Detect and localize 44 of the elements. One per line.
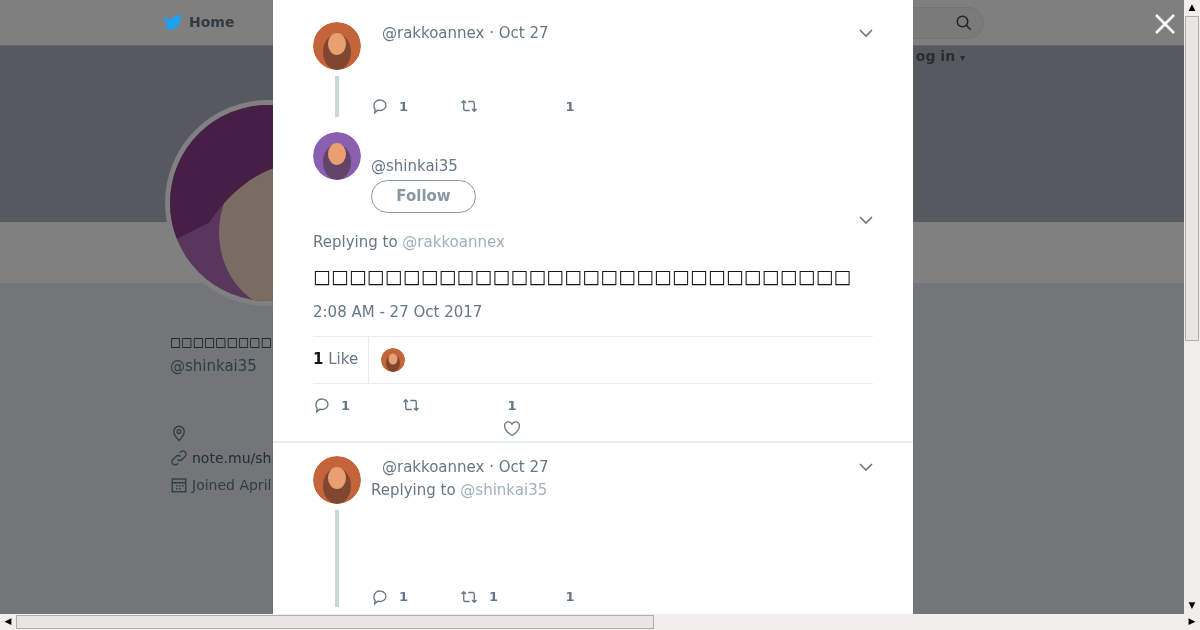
home-tab[interactable]: Home: [163, 12, 235, 33]
scrollbar-thumb[interactable]: [16, 615, 654, 629]
reply-icon[interactable]: [371, 97, 389, 116]
like-stats[interactable]: 1 Like: [313, 336, 370, 383]
location-pin-icon: [170, 423, 188, 442]
close-icon: [1154, 13, 1176, 35]
bird-icon: [163, 13, 183, 32]
like-count: 1: [565, 97, 575, 116]
like-count: 1: [507, 396, 517, 415]
scrollbar-thumb[interactable]: [1185, 16, 1199, 341]
chevron-down-icon[interactable]: [859, 215, 873, 225]
close-button[interactable]: [1154, 12, 1178, 36]
joined-date: Joined April: [192, 475, 272, 495]
avatar: [381, 347, 406, 372]
link-icon: [170, 449, 188, 467]
profile-link[interactable]: note.mu/shi: [192, 447, 276, 469]
scroll-down-arrow[interactable]: ▼: [1184, 598, 1200, 614]
tweet-header: @rakkoannex · Oct 27: [382, 23, 549, 44]
avatar: [313, 456, 361, 504]
profile-handle: @shinkai35: [170, 356, 257, 377]
calendar-icon: [170, 476, 188, 494]
tweet-header: @rakkoannex · Oct 27: [382, 457, 549, 478]
replying-to-text: Replying to @shinkai35: [371, 479, 549, 501]
heart-icon[interactable]: [503, 421, 521, 437]
reply-count: 1: [399, 588, 409, 606]
timestamp[interactable]: 2:08 AM - 27 Oct 2017: [313, 301, 873, 324]
scroll-up-arrow[interactable]: ▲: [1184, 0, 1200, 16]
scroll-left-arrow[interactable]: ◀: [0, 614, 16, 630]
profile-name: □□□□□□□□□: [170, 334, 273, 351]
replying-to-text: Replying to @rakkoannex: [313, 231, 506, 253]
reply-count: 1: [399, 97, 409, 116]
chevron-down-icon[interactable]: [859, 462, 873, 472]
reply-icon[interactable]: [313, 396, 331, 415]
avatar: [313, 131, 361, 180]
scroll-right-arrow[interactable]: ▶: [1184, 614, 1200, 630]
retweet-count: 1: [489, 588, 499, 606]
reply-icon[interactable]: [371, 587, 389, 606]
reply-count: 1: [341, 396, 351, 415]
avatar: [313, 22, 361, 70]
like-count: 1: [565, 588, 575, 606]
search-icon[interactable]: [955, 13, 973, 32]
user-handle[interactable]: @shinkai35: [371, 157, 458, 174]
chevron-down-icon[interactable]: [859, 28, 873, 38]
tweet-text: □□□□□□□□□□□□□□□□□□□□□□□□□□□□□□: [313, 264, 852, 289]
